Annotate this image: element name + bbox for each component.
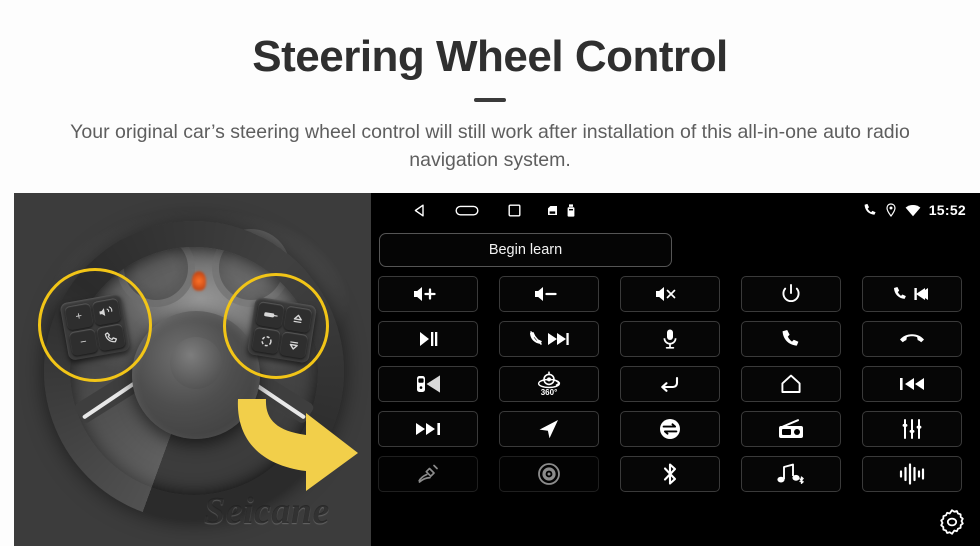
back-arrow-icon xyxy=(661,376,679,392)
source-switch-icon xyxy=(660,419,680,439)
radio-icon xyxy=(779,419,803,438)
play-pause-button[interactable] xyxy=(378,321,478,357)
equalizer-button[interactable] xyxy=(862,411,962,447)
usb-icon xyxy=(567,203,575,217)
microphone-button[interactable] xyxy=(620,321,720,357)
navigation-button[interactable] xyxy=(499,411,599,447)
home-button[interactable] xyxy=(741,366,841,402)
disc-icon xyxy=(538,463,560,485)
hangup-next-button[interactable] xyxy=(499,321,599,357)
volume-down-button[interactable] xyxy=(499,276,599,312)
call-previous-button[interactable] xyxy=(862,276,962,312)
phone-icon xyxy=(863,203,877,217)
previous-track-button[interactable] xyxy=(862,366,962,402)
status-bar-right: 15:52 xyxy=(863,193,966,227)
bluetooth-music-button[interactable] xyxy=(741,456,841,492)
source-mode-button[interactable] xyxy=(620,411,720,447)
next-track-icon xyxy=(416,423,440,435)
highlight-circle-right-controls xyxy=(223,273,329,379)
power-button[interactable] xyxy=(741,276,841,312)
volume-up-button[interactable] xyxy=(378,276,478,312)
phone-icon xyxy=(782,330,799,346)
hangup-next-icon xyxy=(530,331,569,345)
disc-button[interactable] xyxy=(499,456,599,492)
bluetooth-icon xyxy=(663,463,677,485)
navigation-bar-icons xyxy=(412,203,522,218)
surround-view-button[interactable]: 360° xyxy=(499,366,599,402)
back-icon[interactable] xyxy=(412,203,427,218)
aux-plug-icon xyxy=(418,464,438,483)
equalizer-icon xyxy=(902,419,922,439)
answer-call-button[interactable] xyxy=(741,321,841,357)
back-button[interactable] xyxy=(620,366,720,402)
highlight-circle-left-controls xyxy=(38,268,152,382)
steering-wheel-photo: + − Seicane xyxy=(14,193,371,546)
volume-down-icon xyxy=(535,287,557,301)
gear-icon xyxy=(940,509,964,535)
system-status-icons xyxy=(547,203,575,217)
recents-icon[interactable] xyxy=(507,203,522,218)
location-pin-icon xyxy=(885,203,897,217)
camera-360-icon: 360° xyxy=(537,371,561,397)
phone-previous-icon xyxy=(894,287,928,300)
radio-button[interactable] xyxy=(741,411,841,447)
navigation-arrow-icon xyxy=(539,420,558,439)
microphone-icon xyxy=(663,329,677,349)
hangup-icon xyxy=(900,334,924,343)
swc-button-grid: 360° xyxy=(378,276,973,526)
voice-assistant-button[interactable] xyxy=(862,456,962,492)
home-outline-icon xyxy=(781,374,801,393)
power-icon xyxy=(782,284,800,303)
svg-text:360°: 360° xyxy=(541,388,558,397)
sd-card-icon xyxy=(547,205,558,216)
page-subtitle: Your original car’s steering wheel contr… xyxy=(70,121,910,171)
title-divider xyxy=(474,98,506,102)
clock-label: 15:52 xyxy=(928,202,966,218)
airbag-center xyxy=(170,337,222,389)
volume-up-icon xyxy=(414,287,436,301)
settings-button[interactable] xyxy=(932,502,972,542)
head-unit-screen: 15:52 Begin learn 360° xyxy=(371,193,980,546)
end-call-button[interactable] xyxy=(862,321,962,357)
next-track-button[interactable] xyxy=(378,411,478,447)
previous-track-icon xyxy=(900,378,924,390)
header: Steering Wheel Control Your original car… xyxy=(0,0,980,193)
begin-learn-button[interactable]: Begin learn xyxy=(379,233,672,267)
mute-button[interactable] xyxy=(620,276,720,312)
page-title: Steering Wheel Control xyxy=(252,32,728,81)
volume-mute-icon xyxy=(656,287,676,301)
brand-watermark: Seicane xyxy=(204,490,330,532)
voice-wave-icon xyxy=(899,463,925,485)
home-icon[interactable] xyxy=(455,203,479,218)
bluetooth-button[interactable] xyxy=(620,456,720,492)
rear-camera-icon xyxy=(417,375,440,393)
wifi-icon xyxy=(905,204,921,217)
aux-button[interactable] xyxy=(378,456,478,492)
rear-camera-button[interactable] xyxy=(378,366,478,402)
android-status-bar: 15:52 xyxy=(371,193,980,227)
page-root: Steering Wheel Control Your original car… xyxy=(0,0,980,546)
play-pause-icon xyxy=(420,332,438,346)
bluetooth-music-icon xyxy=(777,463,804,484)
